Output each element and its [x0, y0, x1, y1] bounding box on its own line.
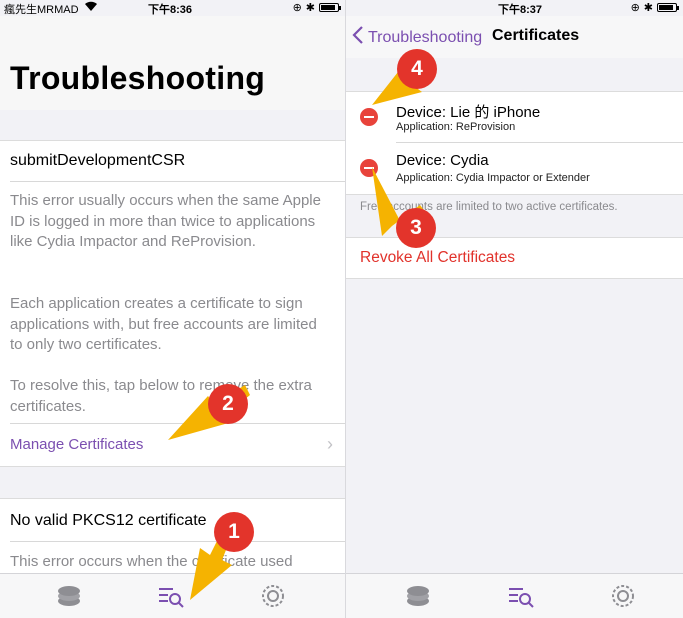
- error-description-2: Each application creates a certificate t…: [10, 295, 317, 353]
- error-title: submitDevelopmentCSR: [10, 152, 186, 169]
- orientation-lock-icon: ⊕: [630, 2, 640, 14]
- layers-icon[interactable]: [403, 582, 433, 610]
- annotation-badge-3: 3: [396, 208, 436, 248]
- error-title: No valid PKCS12 certificate: [10, 512, 207, 529]
- gear-icon[interactable]: [258, 582, 288, 610]
- revoke-section: Revoke All Certificates: [346, 237, 683, 279]
- search-list-icon[interactable]: [157, 582, 187, 610]
- divider: [10, 181, 345, 182]
- error-description-3: To resolve this, tap below to remove the…: [10, 377, 312, 415]
- back-button-label[interactable]: Troubleshooting: [368, 29, 482, 47]
- bluetooth-icon: ✱: [305, 2, 315, 14]
- certificates-list: Device: Lie 的 iPhone Application: ReProv…: [346, 91, 683, 195]
- status-time: 下午8:37: [498, 4, 543, 16]
- revoke-all-button[interactable]: Revoke All Certificates: [360, 249, 515, 267]
- manage-certificates-link[interactable]: Manage Certificates: [10, 436, 143, 453]
- status-time: 下午8:36: [148, 4, 193, 16]
- certificate-row[interactable]: Device: Lie 的 iPhone Application: ReProv…: [346, 92, 683, 143]
- chevron-left-icon: [352, 26, 364, 49]
- carrier-label: 瘋先生MRMAD: [4, 4, 79, 16]
- annotation-badge-4: 4: [397, 49, 437, 89]
- divider: [10, 541, 345, 542]
- certificate-application: Application: Cydia Impactor or Extender: [396, 172, 590, 184]
- status-right-icons: ⊕ ✱: [292, 1, 341, 14]
- battery-icon: [319, 3, 341, 12]
- nav-title: Certificates: [492, 27, 580, 44]
- error-section-csr: submitDevelopmentCSR This error usually …: [0, 140, 345, 467]
- search-list-icon[interactable]: [507, 582, 537, 610]
- navigation-bar: Troubleshooting Certificates: [346, 16, 683, 58]
- back-button[interactable]: Troubleshooting: [352, 26, 482, 49]
- tab-bar: [346, 573, 683, 618]
- status-bar: 下午8:37 ⊕ ✱: [346, 0, 683, 16]
- bluetooth-icon: ✱: [643, 2, 653, 14]
- certificate-row[interactable]: Device: Cydia Application: Cydia Impacto…: [346, 143, 683, 194]
- wifi-icon: [84, 0, 98, 15]
- certificate-device: Device: Cydia: [396, 152, 489, 169]
- manage-certificates-row[interactable]: Manage Certificates ›: [0, 424, 345, 466]
- certificate-limit-note: Free accounts are limited to two active …: [360, 201, 618, 213]
- error-description: This error occurs when the certificate u…: [10, 553, 293, 570]
- gear-icon[interactable]: [608, 582, 638, 610]
- layers-icon[interactable]: [54, 582, 84, 610]
- chevron-right-icon: ›: [327, 434, 333, 454]
- battery-icon: [657, 3, 679, 12]
- error-description-1: This error usually occurs when the same …: [10, 192, 321, 250]
- tab-bar: [0, 573, 345, 618]
- annotation-badge-1: 1: [214, 512, 254, 552]
- status-right-icons: ⊕ ✱: [630, 1, 679, 14]
- delete-icon[interactable]: [360, 159, 378, 177]
- certificate-application: Application: ReProvision: [396, 121, 516, 133]
- annotation-badge-2: 2: [208, 384, 248, 424]
- troubleshooting-screen: 瘋先生MRMAD 下午8:36 ⊕ ✱ Troubleshooting subm…: [0, 0, 345, 618]
- page-title: Troubleshooting: [10, 60, 266, 96]
- status-bar: 瘋先生MRMAD 下午8:36 ⊕ ✱: [0, 0, 345, 16]
- certificates-screen: 下午8:37 ⊕ ✱ Troubleshooting Certificates …: [345, 0, 683, 618]
- certificate-device: Device: Lie 的 iPhone: [396, 104, 541, 121]
- orientation-lock-icon: ⊕: [292, 2, 302, 14]
- delete-icon[interactable]: [360, 108, 378, 126]
